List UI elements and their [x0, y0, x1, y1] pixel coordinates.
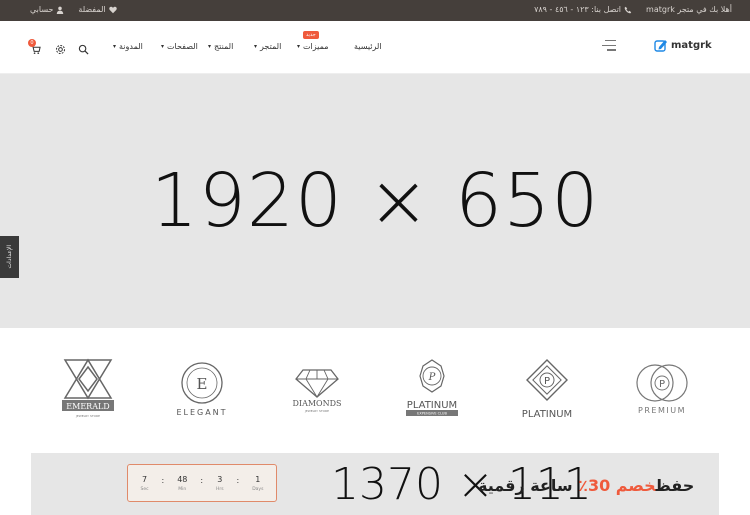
- chevron-down-icon: ▾: [297, 43, 301, 50]
- heart-icon: [108, 6, 117, 13]
- nav-product[interactable]: ▾ المنتج: [208, 42, 233, 51]
- brand-platinum-club-logo[interactable]: P PLATINUM EXPENSIVE CLUB: [392, 350, 472, 425]
- countdown-hours-value: 3: [217, 474, 223, 484]
- countdown-hours: 3 Hrs: [216, 475, 224, 492]
- platinum-logo-icon: P PLATINUM: [522, 359, 572, 420]
- countdown-separator: :: [200, 475, 204, 485]
- search-button[interactable]: [78, 40, 89, 59]
- site-logo[interactable]: matgrk: [654, 38, 712, 52]
- nav-blog-label: المدونة: [119, 42, 143, 51]
- countdown-separator: :: [236, 475, 240, 485]
- brand-premium-logo[interactable]: P PREMIUM: [622, 350, 702, 425]
- menu-toggle-icon[interactable]: [602, 40, 616, 52]
- nav-features[interactable]: ▾ مميزات: [297, 42, 329, 51]
- nav-pages-label: الصفحات: [167, 42, 198, 51]
- wishlist-label: المفضلة: [78, 5, 106, 14]
- countdown-days-value: 1: [255, 474, 261, 484]
- settings-button[interactable]: [55, 40, 66, 59]
- nav-store[interactable]: ▾ المتجر: [254, 42, 281, 51]
- brand-emerald-name: EMERALD: [66, 402, 109, 411]
- countdown-days: 1 Days: [252, 475, 263, 492]
- gear-icon: [55, 44, 66, 55]
- logo-icon: [654, 40, 667, 52]
- countdown-minutes-label: Min: [178, 486, 187, 492]
- phone-icon: [624, 6, 632, 13]
- nav-features-label: مميزات: [303, 42, 329, 51]
- chevron-down-icon: ▾: [208, 43, 212, 50]
- top-bar: حسابي المفضلة أهلا بك في متجر matgrk اتص…: [0, 0, 750, 21]
- svg-text:E: E: [197, 375, 208, 393]
- brand-elegant-logo[interactable]: E ELEGANT: [162, 350, 242, 425]
- contact-label: اتصل بنا: ١٢٣ - ٤٥٦ - ٧٨٩: [534, 5, 622, 14]
- cart-count-badge: 0: [28, 39, 36, 47]
- brand-elegant-name: ELEGANT: [176, 408, 227, 417]
- chevron-down-icon: ▾: [161, 43, 165, 50]
- svg-text:P: P: [428, 372, 436, 383]
- brand-premium-name: PREMIUM: [638, 406, 686, 415]
- svg-text:P: P: [659, 379, 665, 390]
- nav-store-label: المتجر: [260, 42, 282, 51]
- top-bar-info: أهلا بك في متجر matgrk اتصل بنا: ١٢٣ - ٤…: [534, 5, 732, 14]
- platinum-club-logo-icon: P PLATINUM EXPENSIVE CLUB: [406, 359, 458, 416]
- nav-home-label: الرئيسية: [354, 42, 382, 51]
- brand-diamonds-name: DIAMONDS: [293, 399, 342, 408]
- new-badge: جديد: [303, 31, 319, 39]
- promo-title-accent: خصم 30٪: [578, 476, 656, 495]
- emerald-logo-icon: EMERALD JEWELRY STORE: [62, 358, 114, 418]
- countdown-hours-label: Hrs: [215, 486, 224, 492]
- settings-side-tab[interactable]: الإعدادات: [0, 236, 19, 278]
- brand-platinum-name: PLATINUM: [522, 409, 572, 420]
- nav-home[interactable]: الرئيسية: [354, 42, 382, 51]
- brand-platinum-club-name: PLATINUM: [407, 400, 457, 411]
- promo-banner[interactable]: 1370 × 111 حفظخصم 30٪ ساعة رقمية 7 Sec :…: [31, 453, 719, 515]
- brand-platinum-club-sub: EXPENSIVE CLUB: [417, 412, 447, 416]
- search-icon: [78, 44, 89, 55]
- wishlist-link[interactable]: المفضلة: [78, 5, 117, 14]
- main-header: matgrk الرئيسية ▾ مميزات جديد ▾ المتجر ▾…: [0, 21, 750, 74]
- premium-logo-icon: P PREMIUM: [636, 364, 688, 415]
- diamonds-logo-icon: DIAMONDS JEWELRY STORE: [293, 369, 342, 413]
- hero-banner[interactable]: 1920 × 650: [0, 74, 750, 328]
- countdown-minutes-value: 48: [177, 474, 188, 484]
- welcome-text: أهلا بك في متجر matgrk: [646, 5, 732, 14]
- nav-blog[interactable]: ▾ المدونة: [113, 42, 143, 51]
- brand-diamonds-logo[interactable]: DIAMONDS JEWELRY STORE: [277, 350, 357, 425]
- logo-text: matgrk: [671, 39, 712, 51]
- countdown-seconds-label: Sec: [140, 486, 149, 492]
- account-link[interactable]: حسابي: [30, 5, 64, 14]
- account-label: حسابي: [30, 5, 54, 14]
- countdown-days-label: Days: [252, 486, 264, 492]
- brand-diamonds-sub: JEWELRY STORE: [304, 409, 329, 413]
- brand-platinum-logo[interactable]: P PLATINUM: [507, 350, 587, 425]
- hero-placeholder-text: 1920 × 650: [150, 158, 600, 244]
- countdown-seconds: 7 Sec: [140, 475, 148, 492]
- countdown-timer: 7 Sec : 48 Min : 3 Hrs : 1 Days: [127, 464, 277, 502]
- countdown-seconds-value: 7: [141, 474, 148, 484]
- brand-emerald-logo[interactable]: EMERALD JEWELRY STORE: [48, 350, 128, 425]
- countdown-separator: :: [161, 475, 165, 485]
- promo-title-end: ساعة رقمية: [478, 476, 579, 495]
- brand-logos: EMERALD JEWELRY STORE E ELEGANT DIAMONDS…: [0, 350, 750, 430]
- side-tab-label: الإعدادات: [6, 245, 13, 269]
- chevron-down-icon: ▾: [254, 43, 258, 50]
- chevron-down-icon: ▾: [113, 43, 117, 50]
- nav-pages[interactable]: ▾ الصفحات: [161, 42, 198, 51]
- brand-emerald-sub: JEWELRY STORE: [75, 414, 100, 418]
- contact-info: اتصل بنا: ١٢٣ - ٤٥٦ - ٧٨٩: [534, 5, 632, 14]
- user-icon: [57, 6, 64, 14]
- elegant-logo-icon: E ELEGANT: [176, 362, 227, 417]
- promo-title-start: حفظ: [655, 476, 695, 495]
- top-bar-links: حسابي المفضلة: [30, 5, 117, 14]
- nav-product-label: المنتج: [214, 42, 234, 51]
- countdown-minutes: 48 Min: [177, 475, 187, 492]
- svg-text:P: P: [544, 376, 550, 387]
- promo-title: حفظخصم 30٪ ساعة رقمية: [478, 476, 694, 495]
